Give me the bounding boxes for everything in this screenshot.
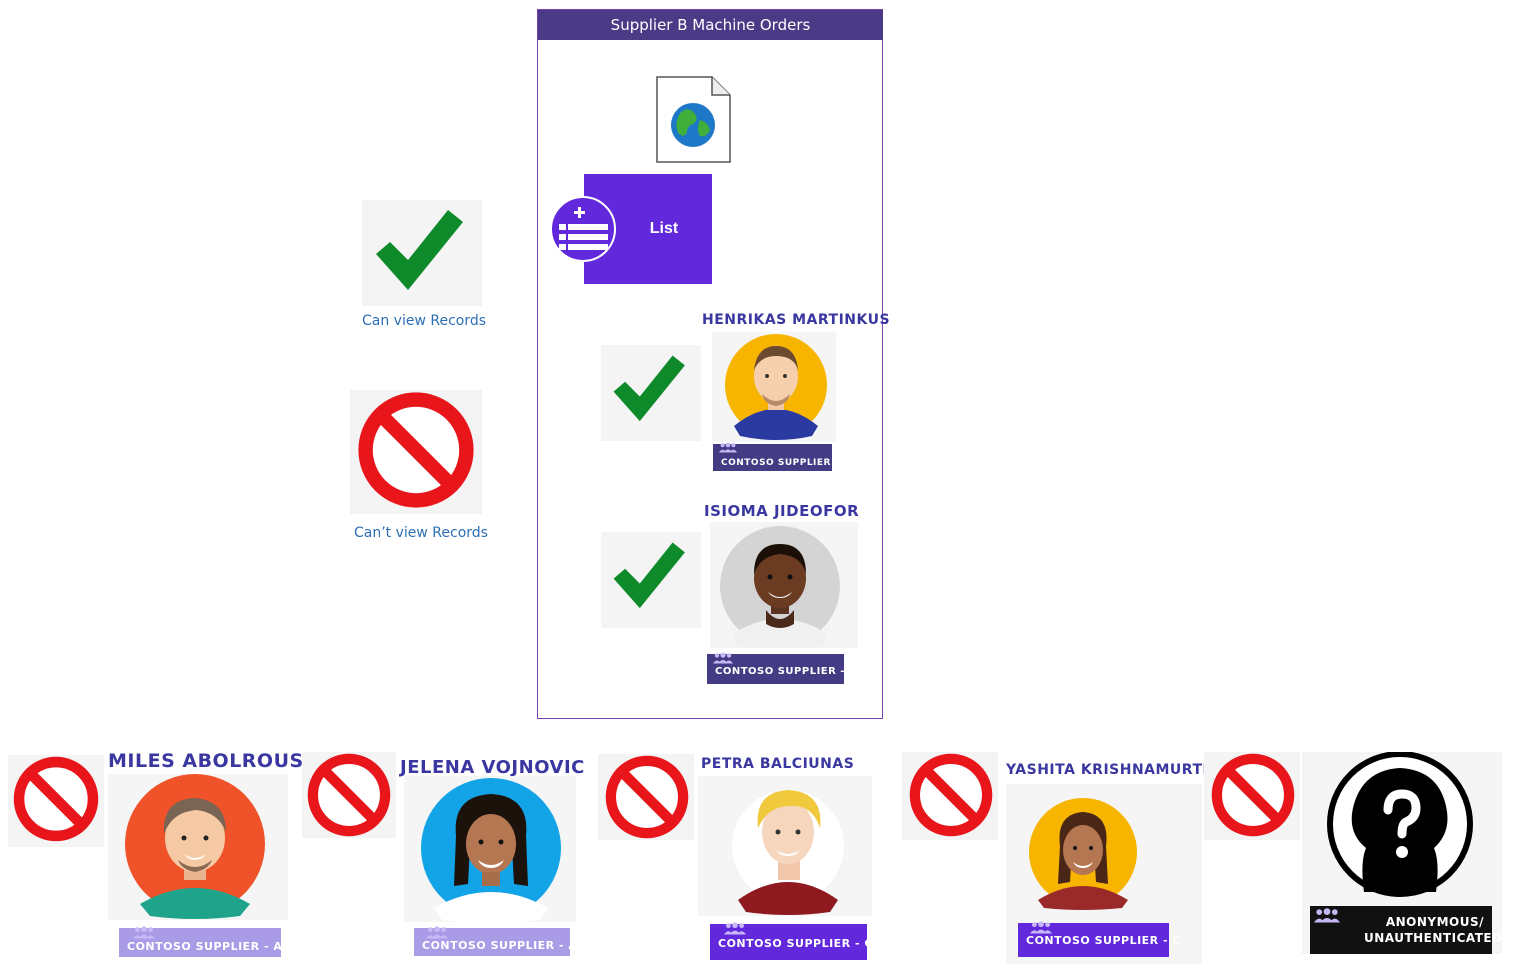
web-page-globe-icon [656,76,732,164]
group-icon [724,922,746,936]
miles-group-badge: CONTOSO SUPPLIER - A [119,926,282,957]
group-icon [713,652,733,665]
isioma-check-icon [601,532,701,628]
jelena-name: JELENA VOJNOVIC [400,757,585,778]
jelena-avatar [404,776,576,923]
anonymous-prohibited-icon [1204,752,1300,840]
isioma-group-badge: CONTOSO SUPPLIER - B [707,652,857,684]
petra-name: PETRA BALCIUNAS [701,756,855,772]
yashita-group-badge: CONTOSO SUPPLIER - C [1018,921,1180,957]
isioma-avatar [710,522,858,649]
group-icon [1314,908,1340,924]
yashita-name: YASHITA KRISHNAMURTI [1006,762,1209,778]
isioma-name: ISIOMA JIDEOFOR [704,502,860,520]
anonymous-group-badge: ANONYMOUS/ UNAUTHENTICATED [1310,906,1502,954]
group-icon [426,926,448,940]
legend-prohibited-icon [350,390,482,514]
list-add-icon [550,196,616,262]
henrikas-check-icon [601,345,701,441]
henrikas-name: HENRIKAS MARTINKUS [702,312,891,328]
panel-title: Supplier B Machine Orders [538,10,883,40]
legend-cant-view-label: Can’t view Records [354,525,488,541]
group-icon [719,442,737,454]
group-icon [133,926,155,940]
miles-name: MILES ABOLROUS [108,750,304,772]
group-icon [1030,921,1052,935]
legend-can-view-label: Can view Records [362,313,487,329]
yashita-prohibited-icon [902,752,998,840]
petra-avatar [698,776,872,916]
miles-avatar [108,774,288,920]
henrikas-avatar [712,332,836,442]
miles-prohibited-icon [8,755,104,847]
legend-check-icon [362,200,482,306]
petra-group-badge: CONTOSO SUPPLIER - C [710,922,872,960]
petra-prohibited-icon [598,754,694,840]
list-label: List [649,220,679,237]
henrikas-group-badge: CONTOSO SUPPLIER - B [713,442,849,471]
jelena-group-badge: CONTOSO SUPPLIER - A [414,926,577,956]
jelena-prohibited-icon [302,752,396,838]
